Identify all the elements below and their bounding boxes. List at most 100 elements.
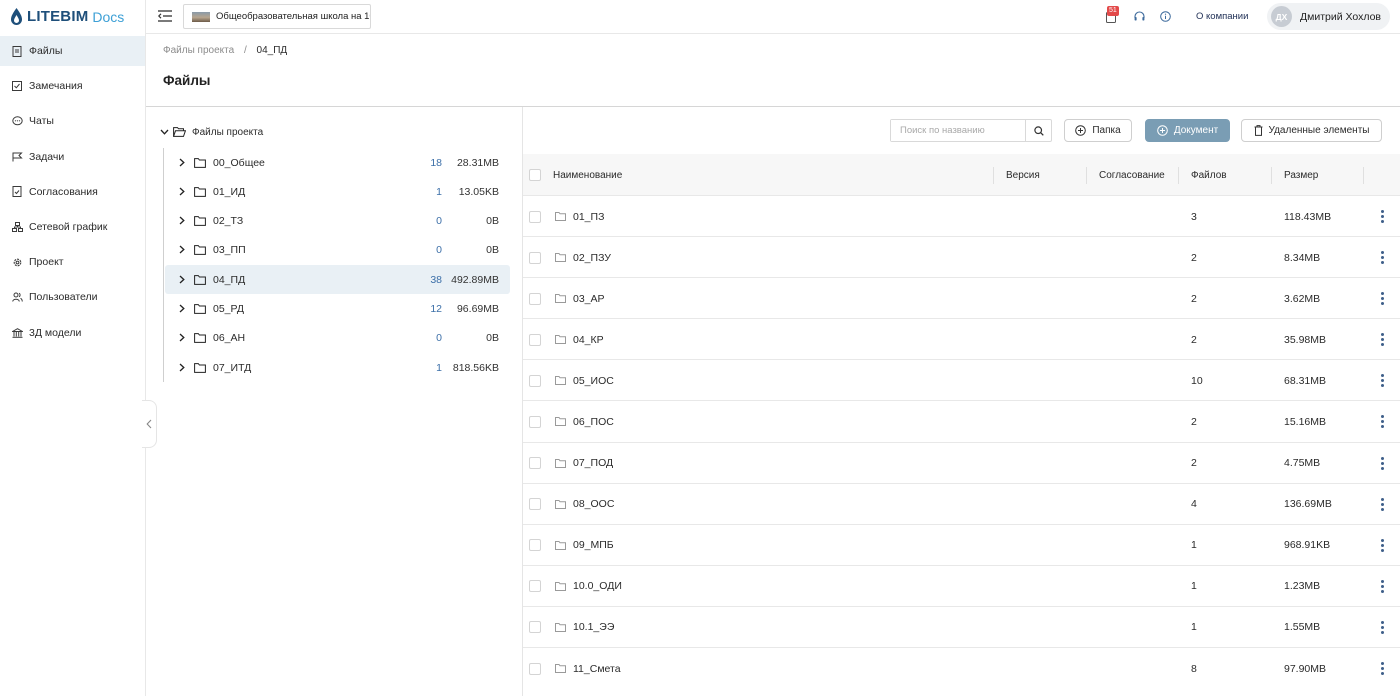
add-folder-button[interactable]: Папка xyxy=(1064,119,1132,142)
row-checkbox[interactable] xyxy=(529,319,541,360)
row-checkbox[interactable] xyxy=(529,484,541,525)
chevron-right-icon[interactable] xyxy=(179,187,189,196)
column-divider[interactable] xyxy=(1178,167,1179,184)
sidebar-item-chats[interactable]: Чаты xyxy=(0,106,145,136)
row-checkbox[interactable] xyxy=(529,607,541,648)
column-header-files[interactable]: Файлов xyxy=(1191,154,1227,196)
sidebar-item-files[interactable]: Файлы xyxy=(0,36,145,66)
column-divider[interactable] xyxy=(1271,167,1272,184)
chevron-right-icon[interactable] xyxy=(179,216,189,225)
table-row[interactable]: 03_АР 2 3.62MB xyxy=(523,278,1400,320)
row-checkbox[interactable] xyxy=(529,237,541,278)
sidebar-item-approvals[interactable]: Согласования xyxy=(0,177,145,207)
panel-collapse-handle[interactable] xyxy=(142,400,157,448)
table-row[interactable]: 10.0_ОДИ 1 1.23MB xyxy=(523,566,1400,607)
row-checkbox[interactable] xyxy=(529,196,541,237)
tree-item[interactable]: 01_ИД 1 13.05KB xyxy=(165,177,510,206)
row-more-icon[interactable] xyxy=(1381,648,1384,689)
breadcrumb-parent-link[interactable]: Файлы проекта xyxy=(163,45,234,56)
table-row[interactable]: 07_ПОД 2 4.75MB xyxy=(523,443,1400,484)
row-more-icon[interactable] xyxy=(1381,278,1384,319)
row-checkbox[interactable] xyxy=(529,566,541,607)
chevron-right-icon[interactable] xyxy=(179,363,189,372)
column-divider[interactable] xyxy=(1086,167,1087,184)
tree-item[interactable]: 07_ИТД 1 818.56KB xyxy=(165,353,510,382)
row-checkbox[interactable] xyxy=(529,360,541,401)
menu-collapse-icon[interactable] xyxy=(157,10,172,24)
row-name[interactable]: 09_МПБ xyxy=(573,525,614,566)
select-all-checkbox[interactable] xyxy=(529,154,541,196)
column-divider[interactable] xyxy=(1363,167,1364,184)
row-more-icon[interactable] xyxy=(1381,319,1384,360)
row-more-icon[interactable] xyxy=(1381,607,1384,648)
table-row[interactable]: 05_ИОС 10 68.31MB xyxy=(523,360,1400,402)
row-checkbox[interactable] xyxy=(529,278,541,319)
info-icon[interactable] xyxy=(1160,11,1171,25)
deleted-items-button[interactable]: Удаленные элементы xyxy=(1241,119,1382,142)
row-checkbox[interactable] xyxy=(529,648,541,689)
chevron-right-icon[interactable] xyxy=(179,275,189,284)
column-header-approval[interactable]: Согласование xyxy=(1099,154,1165,196)
row-name[interactable]: 08_ООС xyxy=(573,484,614,525)
table-row[interactable]: 11_Смета 8 97.90MB xyxy=(523,648,1400,689)
table-row[interactable]: 01_ПЗ 3 118.43MB xyxy=(523,196,1400,238)
chevron-down-icon[interactable] xyxy=(160,126,169,138)
row-name[interactable]: 10.1_ЭЭ xyxy=(573,607,614,648)
table-row[interactable]: 08_ООС 4 136.69MB xyxy=(523,484,1400,525)
tree-item[interactable]: 03_ПП 0 0B xyxy=(165,235,510,264)
row-name[interactable]: 05_ИОС xyxy=(573,360,614,401)
search-button[interactable] xyxy=(1025,120,1051,141)
row-more-icon[interactable] xyxy=(1381,401,1384,442)
row-checkbox[interactable] xyxy=(529,443,541,484)
sidebar-item-remarks[interactable]: Замечания xyxy=(0,71,145,101)
column-header-version[interactable]: Версия xyxy=(1006,154,1040,196)
sidebar-item-3d-models[interactable]: 3Д модели xyxy=(0,318,145,348)
row-name[interactable]: 04_КР xyxy=(573,319,604,360)
tree-item-selected[interactable]: 04_ПД 38 492.89MB xyxy=(165,265,510,294)
search-input[interactable] xyxy=(891,120,1025,141)
tree-item[interactable]: 05_РД 12 96.69MB xyxy=(165,294,510,323)
logo[interactable]: LITEBIM Docs xyxy=(0,0,145,33)
tree-item[interactable]: 02_ТЗ 0 0B xyxy=(165,206,510,235)
row-checkbox[interactable] xyxy=(529,401,541,442)
sidebar-item-network-schedule[interactable]: Сетевой график xyxy=(0,212,145,242)
support-headset-icon[interactable] xyxy=(1134,11,1145,25)
row-more-icon[interactable] xyxy=(1381,525,1384,566)
row-name[interactable]: 07_ПОД xyxy=(573,443,613,484)
row-more-icon[interactable] xyxy=(1381,566,1384,607)
row-name[interactable]: 02_ПЗУ xyxy=(573,237,611,278)
table-row[interactable]: 06_ПОС 2 15.16MB xyxy=(523,401,1400,443)
tree-item[interactable]: 00_Общее 18 28.31MB xyxy=(165,148,510,177)
sidebar-item-users[interactable]: Пользователи xyxy=(0,282,145,312)
sidebar-item-tasks[interactable]: Задачи xyxy=(0,142,145,172)
row-more-icon[interactable] xyxy=(1381,196,1384,237)
row-more-icon[interactable] xyxy=(1381,360,1384,401)
row-more-icon[interactable] xyxy=(1381,237,1384,278)
table-row[interactable]: 04_КР 2 35.98MB xyxy=(523,319,1400,361)
column-header-name[interactable]: Наименование xyxy=(553,154,622,196)
row-more-icon[interactable] xyxy=(1381,443,1384,484)
row-checkbox[interactable] xyxy=(529,525,541,566)
sidebar-item-project[interactable]: Проект xyxy=(0,247,145,277)
table-row[interactable]: 09_МПБ 1 968.91KB xyxy=(523,525,1400,566)
row-name[interactable]: 11_Смета xyxy=(573,648,621,689)
user-menu[interactable]: ДХ Дмитрий Хохлов xyxy=(1267,3,1390,30)
row-name[interactable]: 10.0_ОДИ xyxy=(573,566,622,607)
chevron-right-icon[interactable] xyxy=(179,304,189,313)
table-row[interactable]: 02_ПЗУ 2 8.34MB xyxy=(523,237,1400,279)
row-name[interactable]: 03_АР xyxy=(573,278,605,319)
chevron-right-icon[interactable] xyxy=(179,245,189,254)
project-selector[interactable]: Общеобразовательная школа на 1000 мест xyxy=(183,4,371,29)
tree-item[interactable]: 06_АН 0 0B xyxy=(165,323,510,352)
row-more-icon[interactable] xyxy=(1381,484,1384,525)
chevron-right-icon[interactable] xyxy=(179,333,189,342)
row-name[interactable]: 06_ПОС xyxy=(573,401,614,442)
table-row[interactable]: 10.1_ЭЭ 1 1.55MB xyxy=(523,607,1400,649)
tree-root[interactable]: Файлы проекта xyxy=(160,126,263,138)
column-header-size[interactable]: Размер xyxy=(1284,154,1318,196)
row-name[interactable]: 01_ПЗ xyxy=(573,196,604,237)
chevron-right-icon[interactable] xyxy=(179,158,189,167)
column-divider[interactable] xyxy=(993,167,994,184)
about-company-link[interactable]: О компании xyxy=(1196,11,1248,22)
add-document-button[interactable]: Документ xyxy=(1145,119,1230,142)
